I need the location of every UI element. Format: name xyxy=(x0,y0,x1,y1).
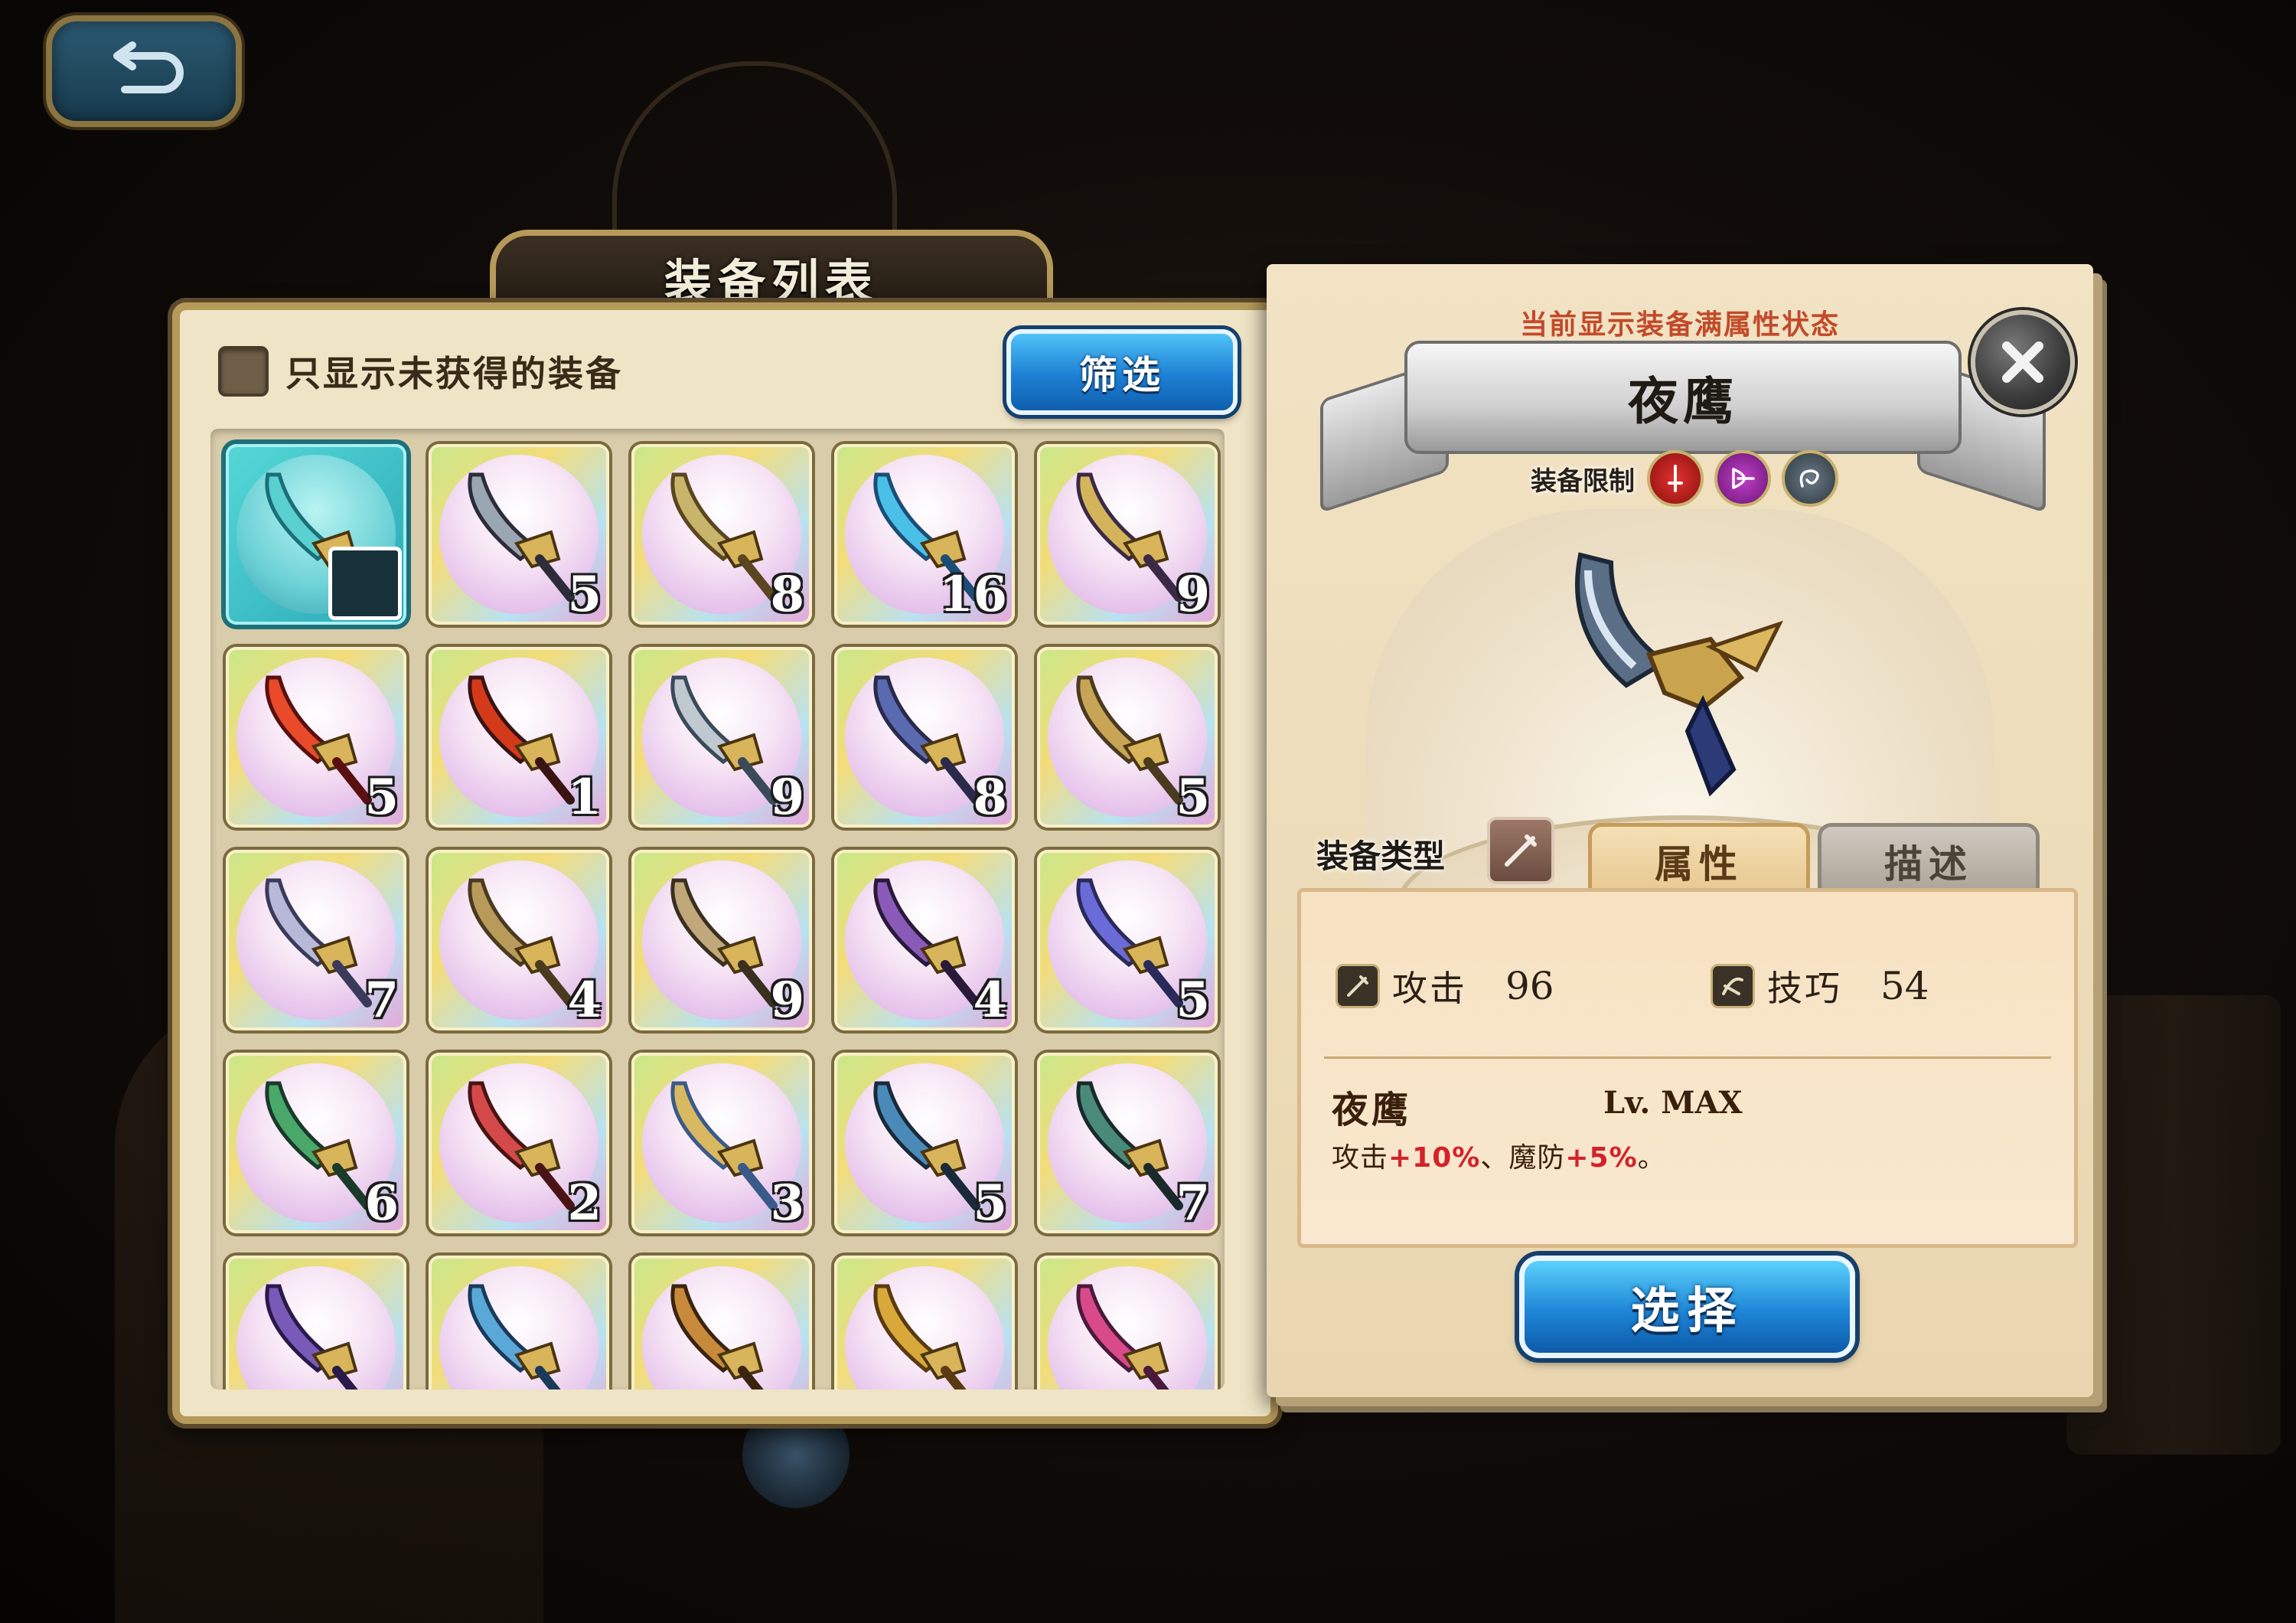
equipment-slot-great-hammer[interactable]: 4 xyxy=(429,850,609,1030)
equipment-slot-curved-dagger[interactable]: 8 xyxy=(631,444,812,625)
equipment-slot-trident-spear[interactable]: 4 xyxy=(834,850,1015,1030)
equipment-count: 3 xyxy=(770,1174,804,1232)
restriction-label: 装备限制 xyxy=(1531,465,1635,497)
equipment-slot-gold-staff[interactable]: 3 xyxy=(631,1053,812,1233)
equipment-slot-rune-axe[interactable] xyxy=(631,1256,812,1390)
rune-axe-icon xyxy=(670,1284,764,1390)
equipment-slot-war-hammer[interactable]: 5 xyxy=(1037,647,1218,828)
equipment-slot-spike-lance[interactable] xyxy=(1037,1256,1218,1390)
equipment-count: 5 xyxy=(567,566,602,623)
close-icon xyxy=(2002,341,2043,383)
equipment-detail-panel: 当前显示装备满属性状态 夜鹰 装备限制 装备类型 属性 描述 攻击 96 技巧 … xyxy=(1267,264,2093,1397)
equipment-count: 5 xyxy=(364,769,399,826)
equipment-slot-red-axe[interactable]: 1 xyxy=(429,647,609,828)
unobtained-only-checkbox[interactable] xyxy=(218,346,269,397)
stat-attack: 攻击 96 xyxy=(1336,961,1554,1011)
whip-class-icon xyxy=(1782,450,1838,507)
stat-skill-value: 54 xyxy=(1880,964,1929,1008)
equipment-count: 9 xyxy=(770,972,804,1029)
equipment-type-label: 装备类型 xyxy=(1316,838,1446,875)
equipment-skill-name: 夜鹰 xyxy=(1332,1089,1412,1132)
equipment-restriction-row: 装备限制 xyxy=(1531,448,1849,509)
select-button-label: 选择 xyxy=(1630,1283,1744,1340)
equipment-skill-effect: 攻击+10%、魔防+5%。 xyxy=(1332,1135,1666,1175)
equipment-count: 2 xyxy=(567,1174,602,1232)
equipment-slot-halberd[interactable]: 9 xyxy=(631,850,812,1030)
equipment-preview-image xyxy=(1575,552,1783,797)
attributes-content: 攻击 96 技巧 54 夜鹰 Lv. MAX 攻击+10%、魔防+5%。 xyxy=(1297,888,2078,1248)
effect-mdef-label: 魔防 xyxy=(1508,1142,1566,1174)
equipment-count: 8 xyxy=(770,566,804,623)
equipment-slot-serrated-dagger[interactable]: 5 xyxy=(429,444,609,625)
equipment-count: 5 xyxy=(1176,972,1210,1029)
equipment-count: 9 xyxy=(1176,566,1210,623)
equipment-count: 1 xyxy=(567,769,602,826)
back-button[interactable] xyxy=(46,15,242,127)
selected-checkmark-icon xyxy=(328,547,402,620)
equipment-slot-dark-bow[interactable]: 7 xyxy=(1037,1053,1218,1233)
gilded-mace-icon xyxy=(873,1284,967,1390)
equipment-slot-double-axe[interactable]: 8 xyxy=(834,647,1015,828)
effect-separator: 、 xyxy=(1480,1142,1509,1174)
equipment-count: 7 xyxy=(364,972,399,1029)
equipment-slot-crimson-staff[interactable]: 2 xyxy=(429,1053,609,1233)
equipment-slot-dark-spear[interactable]: 5 xyxy=(1037,850,1218,1030)
sword-type-icon xyxy=(1487,817,1554,884)
full-stats-note: 当前显示装备满属性状态 xyxy=(1519,309,1840,341)
equipment-slot-gilded-mace[interactable] xyxy=(834,1256,1015,1390)
stat-skill-name: 技巧 xyxy=(1767,968,1842,1009)
equipment-skill-level: Lv. MAX xyxy=(1603,1085,1743,1121)
background-pillar xyxy=(2066,995,2281,1455)
violet-blade-icon xyxy=(265,1284,358,1390)
equipment-slot-blade[interactable] xyxy=(226,444,406,625)
equipment-slot-steel-bow[interactable]: 5 xyxy=(834,1053,1015,1233)
filter-row: 只显示未获得的装备 xyxy=(218,341,623,402)
name-ribbon: 夜鹰 xyxy=(1404,341,1962,454)
equipment-grid-scroll[interactable]: 5 8 16 9 5 1 9 8 5 7 4 9 4 5 6 2 3 5 7 xyxy=(210,429,1225,1390)
spike-lance-icon xyxy=(1076,1284,1169,1390)
effect-attack-label: 攻击 xyxy=(1332,1142,1389,1174)
equipment-name: 夜鹰 xyxy=(1628,372,1738,431)
sword-class-icon xyxy=(1647,450,1704,507)
bow-class-icon xyxy=(1714,450,1771,507)
equipment-slot-vine-staff[interactable]: 6 xyxy=(226,1053,406,1233)
equipment-slot-lightning-hammer[interactable]: 7 xyxy=(226,850,406,1030)
equipment-count: 9 xyxy=(770,769,804,826)
tab-attributes[interactable]: 属性 xyxy=(1588,823,1810,896)
equipment-count: 5 xyxy=(1176,769,1210,826)
equipment-slot-battle-axe[interactable]: 9 xyxy=(631,647,812,828)
equipment-count: 5 xyxy=(973,1174,1007,1232)
filter-button-label: 筛选 xyxy=(1079,353,1165,397)
tab-attributes-label: 属性 xyxy=(1655,842,1743,887)
effect-mdef-value: +5% xyxy=(1565,1142,1638,1174)
attack-icon xyxy=(1336,964,1380,1008)
equipment-slot-violet-blade[interactable] xyxy=(226,1256,406,1390)
tab-description[interactable]: 描述 xyxy=(1818,823,2040,896)
equipment-slot-crystal-sword[interactable]: 16 xyxy=(834,444,1015,625)
equipment-count: 8 xyxy=(973,769,1007,826)
skill-icon xyxy=(1711,964,1755,1008)
equipment-count: 6 xyxy=(364,1174,399,1232)
effect-end: 。 xyxy=(1637,1142,1666,1174)
close-button[interactable] xyxy=(1971,310,2075,414)
select-button[interactable]: 选择 xyxy=(1519,1256,1855,1358)
equipment-count: 16 xyxy=(938,566,1007,623)
equipment-slot-winged-dagger[interactable]: 9 xyxy=(1037,444,1218,625)
effect-attack-value: +10% xyxy=(1388,1142,1481,1174)
stat-attack-name: 攻击 xyxy=(1392,968,1467,1009)
attributes-divider xyxy=(1324,1056,2051,1059)
filter-button[interactable]: 筛选 xyxy=(1006,329,1238,415)
equipment-count: 7 xyxy=(1176,1174,1210,1232)
tab-description-label: 描述 xyxy=(1884,842,1973,887)
equipment-slot-azure-blade[interactable] xyxy=(429,1256,609,1390)
unobtained-only-label: 只显示未获得的装备 xyxy=(285,353,623,394)
stat-attack-value: 96 xyxy=(1505,964,1554,1008)
equipment-count: 4 xyxy=(567,972,602,1029)
equipment-list-panel: 只显示未获得的装备 筛选 5 8 16 9 5 1 9 8 5 7 4 9 4 5 6 2 3 5 7 xyxy=(172,302,1278,1424)
stat-skill: 技巧 54 xyxy=(1711,961,1929,1011)
azure-blade-icon xyxy=(468,1284,561,1390)
equipment-slot-flame-sword[interactable]: 5 xyxy=(226,647,406,828)
back-arrow-icon xyxy=(113,41,184,93)
equipment-count: 4 xyxy=(973,972,1007,1029)
